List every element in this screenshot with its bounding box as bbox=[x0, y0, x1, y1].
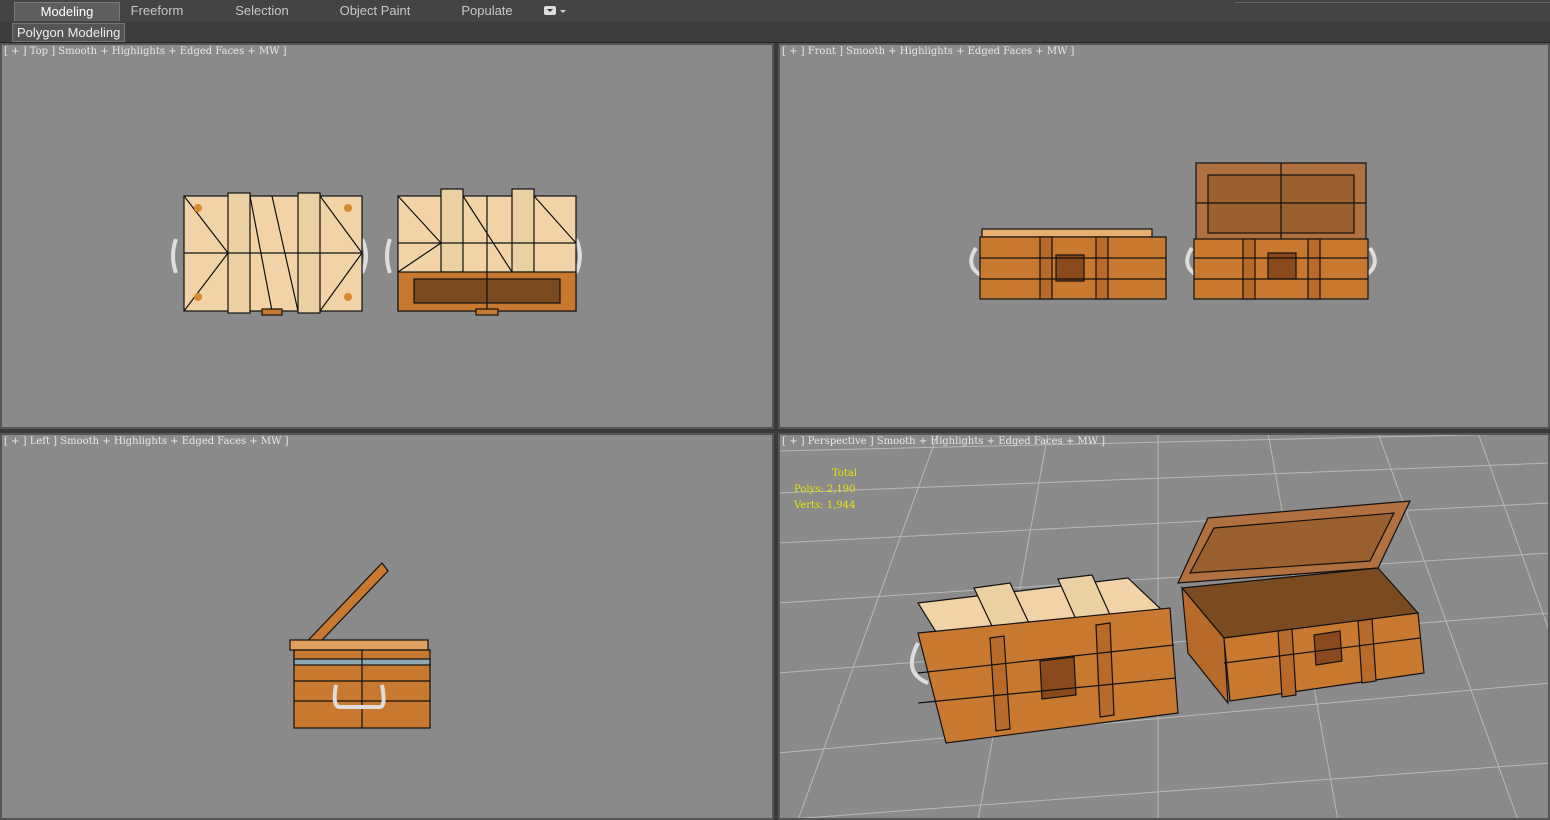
closed-chest-top bbox=[171, 192, 368, 316]
viewport-front-label[interactable]: [ + ] Front ] Smooth + Highlights + Edge… bbox=[782, 46, 1074, 57]
tab-selection[interactable]: Selection bbox=[216, 2, 308, 20]
viewport-left-label[interactable]: [ + ] Left ] Smooth + Highlights + Edged… bbox=[4, 436, 289, 447]
ribbon-options-dropdown[interactable] bbox=[542, 4, 568, 18]
ribbon-options-icon bbox=[544, 6, 556, 15]
perspective-view-scene bbox=[778, 433, 1550, 820]
closed-chest-front bbox=[969, 228, 1167, 300]
open-chest-top bbox=[385, 188, 582, 316]
viewport-front[interactable]: [ + ] Front ] Smooth + Highlights + Edge… bbox=[778, 43, 1550, 429]
stats-verts: Verts: 1,944 bbox=[794, 500, 856, 511]
ribbon-panel-bar: Polygon Modeling bbox=[0, 22, 1550, 43]
viewport-perspective-label[interactable]: [ + ] Perspective ] Smooth + Highlights … bbox=[782, 436, 1105, 447]
tab-freeform[interactable]: Freeform bbox=[112, 2, 202, 20]
top-view-scene bbox=[171, 188, 582, 316]
stats-title: Total bbox=[832, 468, 858, 479]
ribbon-divider bbox=[1235, 2, 1550, 21]
open-chest-perspective bbox=[1177, 500, 1425, 705]
tab-modeling[interactable]: Modeling bbox=[14, 2, 120, 21]
viewport-top[interactable]: [ + ] Top ] Smooth + Highlights + Edged … bbox=[0, 43, 774, 429]
ribbon-tab-bar: Modeling Freeform Selection Object Paint… bbox=[0, 0, 1550, 23]
stats-polys: Polys: 2,190 bbox=[794, 484, 856, 495]
closed-chest-perspective bbox=[909, 574, 1179, 744]
viewport-left[interactable]: [ + ] Left ] Smooth + Highlights + Edged… bbox=[0, 433, 774, 820]
open-chest-front bbox=[1185, 162, 1377, 300]
scene-statistics: Total Polys: 2,190 Verts: 1,944 bbox=[794, 466, 857, 514]
tab-object-paint[interactable]: Object Paint bbox=[326, 2, 424, 20]
viewport-top-label[interactable]: [ + ] Top ] Smooth + Highlights + Edged … bbox=[4, 46, 287, 57]
polygon-modeling-panel[interactable]: Polygon Modeling bbox=[12, 23, 126, 42]
left-view-scene bbox=[289, 562, 431, 729]
tab-populate[interactable]: Populate bbox=[446, 2, 528, 20]
viewport-perspective[interactable]: [ + ] Perspective ] Smooth + Highlights … bbox=[778, 433, 1550, 820]
chest-left-side bbox=[289, 562, 431, 729]
chevron-down-icon bbox=[560, 10, 566, 13]
front-view-scene bbox=[969, 162, 1377, 300]
